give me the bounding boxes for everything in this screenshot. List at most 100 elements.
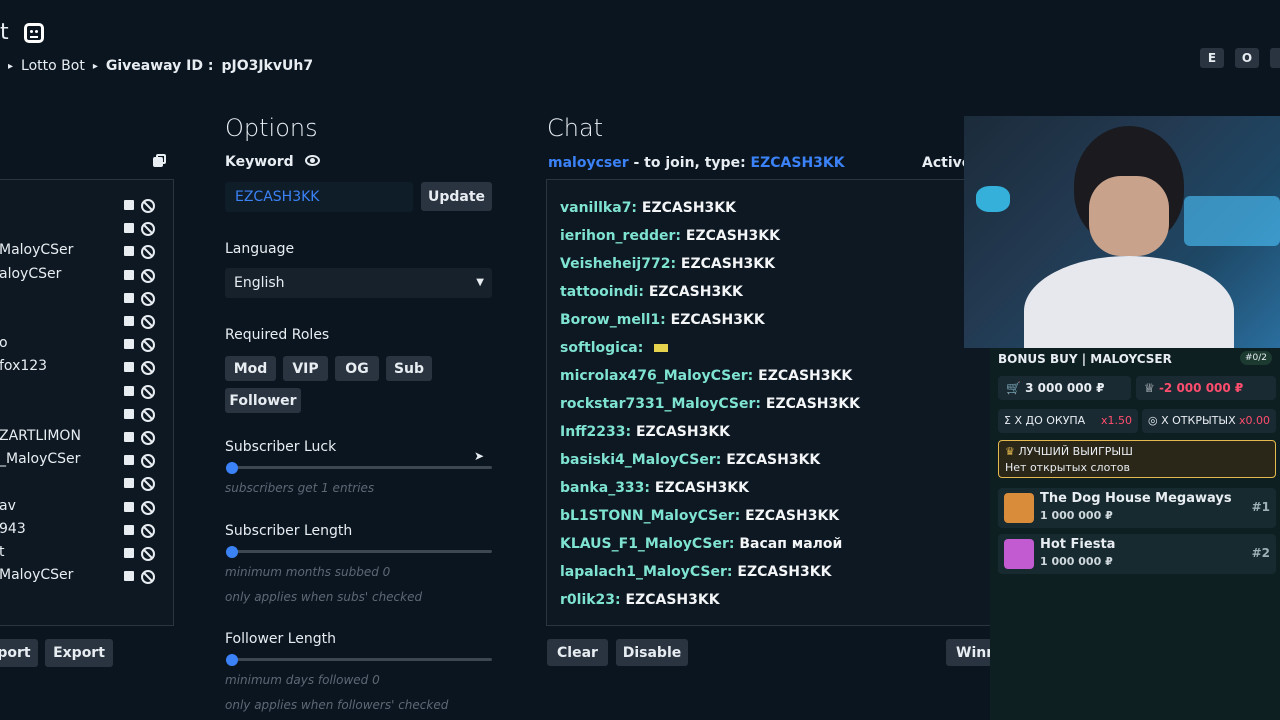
subscriber-luck-note: subscribers get 1 entries xyxy=(225,481,375,495)
clear-button[interactable]: Clear xyxy=(547,639,608,666)
remove-entry-icon[interactable] xyxy=(124,432,134,442)
subscriber-luck-thumb[interactable] xyxy=(226,462,238,474)
role-vip[interactable]: VIP xyxy=(283,356,328,381)
remove-entry-icon[interactable] xyxy=(124,524,134,535)
keyword-input[interactable]: EZCASH3KK xyxy=(225,182,413,212)
remove-entry-icon[interactable] xyxy=(124,455,134,466)
chat-username[interactable]: Inff2233: xyxy=(560,424,631,440)
ban-icon[interactable] xyxy=(141,570,155,585)
chat-username[interactable]: Veisheheij772: xyxy=(560,256,676,272)
remove-entry-icon[interactable] xyxy=(124,292,134,303)
ban-icon[interactable] xyxy=(141,454,155,469)
remove-entry-icon[interactable] xyxy=(124,223,134,234)
ban-icon[interactable] xyxy=(141,477,155,492)
chat-username[interactable]: KLAUS_F1_MaloyCSer: xyxy=(560,536,734,552)
role-follower[interactable]: Follower xyxy=(225,388,301,413)
eye-icon[interactable] xyxy=(305,155,320,166)
remove-entry-icon[interactable] xyxy=(124,385,134,396)
ban-icon[interactable] xyxy=(141,361,155,376)
chat-text: Васап малой xyxy=(734,536,843,552)
chat-text: EZCASH3KK xyxy=(665,312,765,328)
remove-entry-icon[interactable] xyxy=(124,571,134,582)
bonus-profit: -2 000 000 ₽ xyxy=(1158,381,1244,395)
chat-text: EZCASH3KK xyxy=(740,508,840,524)
top-button-partial[interactable] xyxy=(1270,48,1280,68)
update-button[interactable]: Update xyxy=(421,182,492,211)
follower-length-thumb[interactable] xyxy=(226,654,238,666)
ban-icon[interactable] xyxy=(141,291,155,306)
chat-username[interactable]: tattooindi: xyxy=(560,284,644,300)
import-button[interactable]: port xyxy=(0,639,38,667)
entry-name: aloyCSer xyxy=(0,265,62,282)
disable-button[interactable]: Disable xyxy=(616,639,688,666)
chat-username[interactable]: bL1STONN_MaloyCSer: xyxy=(560,508,740,524)
chat-message: Veisheheij772: EZCASH3KK xyxy=(560,256,775,272)
giveaway-id: pJO3JkvUh7 xyxy=(221,58,314,74)
ban-icon[interactable] xyxy=(141,268,155,283)
top-button-o[interactable]: O xyxy=(1235,48,1259,68)
slot-price: 1 000 000 ₽ xyxy=(1040,509,1113,522)
remove-entry-icon[interactable] xyxy=(124,269,134,280)
chat-username[interactable]: softlogica: xyxy=(560,340,643,356)
chat-username[interactable]: Borow_mell1: xyxy=(560,312,666,328)
remove-entry-icon[interactable] xyxy=(124,339,134,350)
entry-name: fox123 xyxy=(0,358,48,375)
role-og[interactable]: OG xyxy=(335,356,379,381)
winner-button[interactable]: Winn xyxy=(946,639,996,666)
ban-icon[interactable] xyxy=(141,523,155,538)
ban-icon[interactable] xyxy=(141,315,155,329)
breadcrumb-lotto-bot[interactable]: Lotto Bot xyxy=(21,58,85,74)
chat-text: EZCASH3KK xyxy=(643,284,743,300)
emote-icon xyxy=(654,344,669,352)
follower-length-slider[interactable] xyxy=(231,658,492,661)
remove-entry-icon[interactable] xyxy=(124,362,134,373)
language-select[interactable]: English ▼ xyxy=(225,268,492,298)
ban-icon[interactable] xyxy=(141,384,155,399)
remove-entry-icon[interactable] xyxy=(124,408,134,419)
chat-username[interactable]: microlax476_MaloyCSer: xyxy=(560,368,753,384)
ban-icon[interactable] xyxy=(141,500,155,515)
remove-entry-icon[interactable] xyxy=(124,548,134,558)
remove-entry-icon[interactable] xyxy=(124,478,134,489)
chat-message: softlogica: xyxy=(560,340,669,356)
ban-icon[interactable] xyxy=(141,222,155,237)
chat-message: Borow_mell1: EZCASH3KK xyxy=(560,312,765,328)
bonus-open-box: ◎ Х ОТКРЫТЫХ x0.00 xyxy=(1142,409,1276,433)
chat-text: EZCASH3KK xyxy=(676,256,775,272)
chat-username[interactable]: banka_333: xyxy=(560,480,650,496)
bonus-cost-box: 🛒 3 000 000 ₽ xyxy=(998,376,1131,400)
slot-row: The Dog House Megaways 1 000 000 ₽ #1 xyxy=(998,488,1276,528)
ban-icon[interactable] xyxy=(141,547,155,561)
remove-entry-icon[interactable] xyxy=(124,501,134,512)
chat-text xyxy=(643,340,648,356)
chat-username[interactable]: lapalach1_MaloyCSer: xyxy=(560,564,733,580)
chat-message: lapalach1_MaloyCSer: EZCASH3KK xyxy=(560,564,831,580)
ban-icon[interactable] xyxy=(141,199,155,213)
subscriber-luck-slider[interactable] xyxy=(231,466,492,469)
chat-join-user: maloycser xyxy=(548,155,629,171)
subscriber-length-thumb[interactable] xyxy=(226,546,238,558)
payback-label: Х ДО ОКУПА xyxy=(1014,414,1086,427)
copy-icon[interactable] xyxy=(153,154,167,168)
role-mod[interactable]: Mod xyxy=(225,356,276,381)
top-button-e[interactable]: E xyxy=(1200,48,1224,68)
chat-username[interactable]: vanillka7: xyxy=(560,200,637,216)
ban-icon[interactable] xyxy=(141,245,155,260)
chat-username[interactable]: r0lik23: xyxy=(560,592,621,608)
chat-username[interactable]: rockstar7331_MaloyCSer: xyxy=(560,396,761,412)
chat-username[interactable]: ierihon_redder: xyxy=(560,228,681,244)
export-button[interactable]: Export xyxy=(45,639,113,667)
ban-icon[interactable] xyxy=(141,338,155,353)
remove-entry-icon[interactable] xyxy=(124,246,134,257)
remove-entry-icon[interactable] xyxy=(124,316,134,326)
chat-message: r0lik23: EZCASH3KK xyxy=(560,592,720,608)
remove-entry-icon[interactable] xyxy=(124,200,134,210)
ban-icon[interactable] xyxy=(141,431,155,445)
chat-username[interactable]: basiski4_MaloyCSer: xyxy=(560,452,721,468)
follower-length-label: Follower Length xyxy=(225,631,337,647)
role-sub[interactable]: Sub xyxy=(386,356,432,381)
subscriber-length-slider[interactable] xyxy=(231,550,492,553)
slot-thumbnail-icon xyxy=(1004,539,1034,569)
chat-text: EZCASH3KK xyxy=(637,200,736,216)
ban-icon[interactable] xyxy=(141,407,155,422)
